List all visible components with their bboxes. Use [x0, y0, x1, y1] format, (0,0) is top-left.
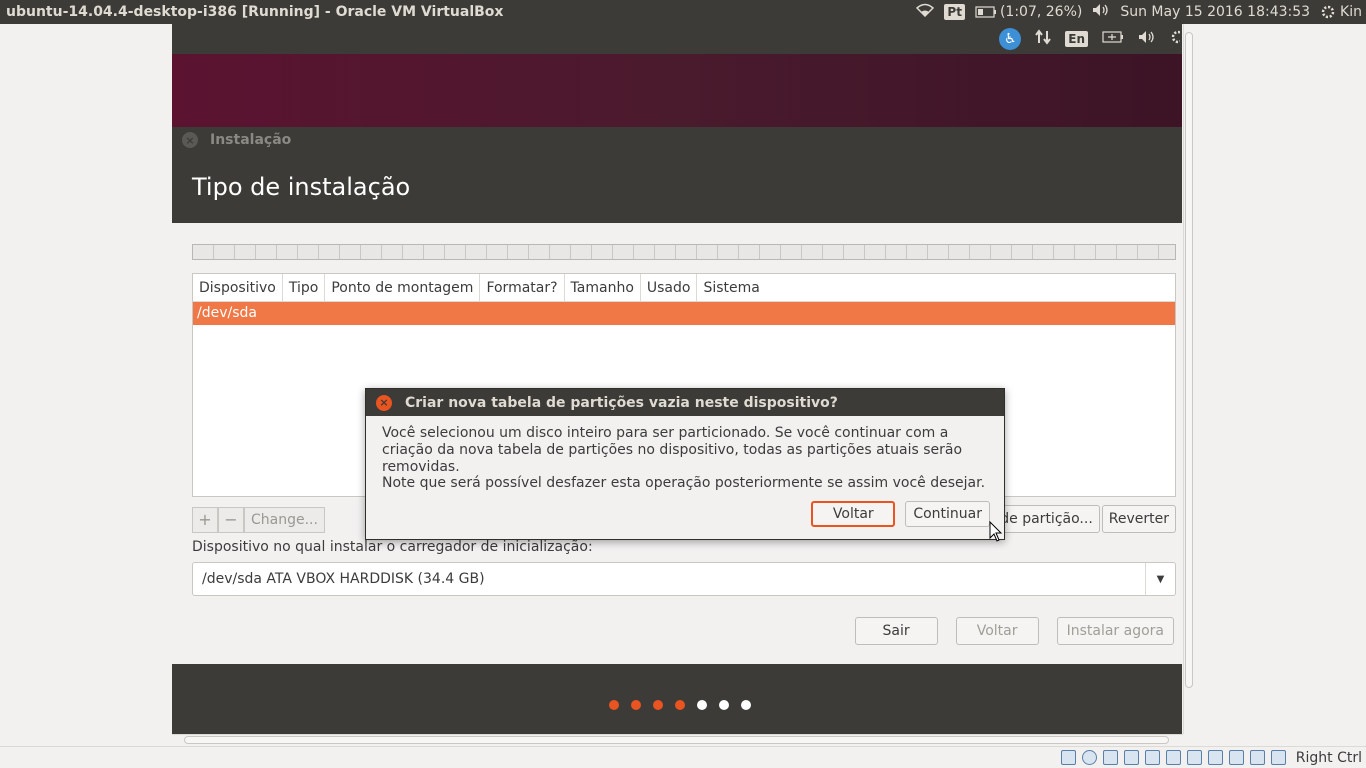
page-header: Tipo de instalação: [172, 153, 1182, 223]
remove-partition-button[interactable]: −: [218, 507, 244, 533]
accessibility-icon[interactable]: ♿: [999, 28, 1022, 50]
progress-dot-completed: [631, 700, 641, 710]
column-header[interactable]: Dispositivo: [193, 274, 283, 301]
bootloader-device-value: /dev/sda ATA VBOX HARDDISK (34.4 GB): [202, 571, 485, 587]
table-row[interactable]: /dev/sda: [193, 302, 1175, 325]
partition-bar: [192, 244, 1176, 260]
dialog-back-button[interactable]: Voltar: [811, 501, 896, 527]
column-header[interactable]: Tamanho: [565, 274, 641, 301]
navigation-buttons: Sair Voltar Instalar agora: [854, 617, 1174, 645]
bootloader-device-select[interactable]: /dev/sda ATA VBOX HARDDISK (34.4 GB) ▼: [192, 562, 1176, 596]
shared-folder-icon[interactable]: [1165, 750, 1181, 765]
installer-window-title: Instalação: [210, 132, 292, 148]
host-top-panel: ubuntu-14.04.4-desktop-i386 [Running] - …: [0, 0, 1366, 24]
vertical-scrollbar[interactable]: [1183, 24, 1194, 734]
back-button[interactable]: Voltar: [955, 617, 1039, 645]
dialog-note: Note que será possível desfazer esta ope…: [382, 475, 986, 491]
optical-drive-icon[interactable]: [1081, 750, 1097, 765]
progress-dot-completed: [653, 700, 663, 710]
partition-toolbar: + − Change...: [192, 507, 325, 533]
progress-dot-completed: [609, 700, 619, 710]
datetime-indicator[interactable]: Sun May 15 2016 18:43:53: [1120, 4, 1310, 20]
video-capture-icon[interactable]: [1207, 750, 1223, 765]
column-header[interactable]: Formatar?: [480, 274, 565, 301]
gear-icon: [1321, 5, 1335, 19]
add-partition-button[interactable]: +: [192, 507, 218, 533]
audio-icon[interactable]: [1102, 750, 1118, 765]
close-icon[interactable]: ×: [182, 132, 198, 148]
installer-footer: [172, 664, 1182, 734]
session-indicator[interactable]: Kin: [1320, 4, 1362, 20]
column-header[interactable]: Ponto de montagem: [325, 274, 481, 301]
dialog-continue-button[interactable]: Continuar: [905, 501, 990, 527]
keyboard-capture-icon[interactable]: [1270, 750, 1286, 765]
mouse-integration-icon[interactable]: [1249, 750, 1265, 765]
revert-button[interactable]: Reverter: [1101, 505, 1176, 533]
keyboard-layout-indicator[interactable]: Pt: [944, 4, 965, 20]
battery-status: (1:07, 26%): [999, 4, 1083, 20]
close-icon[interactable]: ×: [376, 394, 392, 411]
display-icon[interactable]: [1186, 750, 1202, 765]
volume-icon[interactable]: [1138, 30, 1156, 48]
progress-dot-pending: [741, 700, 751, 710]
horizontal-scrollbar[interactable]: [172, 734, 1183, 745]
table-header: Dispositivo Tipo Ponto de montagem Forma…: [193, 274, 1175, 302]
mouse-pointer-icon: [989, 521, 1003, 542]
usb-icon[interactable]: [1144, 750, 1160, 765]
column-header[interactable]: Sistema: [697, 274, 765, 301]
confirm-dialog: × Criar nova tabela de partições vazia n…: [365, 388, 1005, 540]
virtualbox-statusbar: Right Ctrl: [0, 746, 1366, 768]
chevron-down-icon[interactable]: ▼: [1145, 563, 1175, 595]
gear-icon[interactable]: [1170, 29, 1182, 49]
progress-dot-pending: [697, 700, 707, 710]
progress-dots: [609, 700, 751, 710]
scrollbar-thumb[interactable]: [184, 736, 1169, 744]
page-title: Tipo de instalação: [192, 173, 411, 201]
progress-dot-pending: [719, 700, 729, 710]
network-arrows-icon[interactable]: [1035, 29, 1052, 49]
host-indicators: Pt (1:07, 26%) Sun May 15 2016 18:43:53 …: [916, 3, 1366, 21]
dialog-buttons: Voltar Continuar: [811, 501, 990, 527]
network-icon[interactable]: [1123, 750, 1139, 765]
keyboard-layout-indicator[interactable]: En: [1065, 31, 1088, 47]
battery-indicator[interactable]: (1:07, 26%): [975, 4, 1082, 20]
install-now-button[interactable]: Instalar agora: [1056, 617, 1174, 645]
change-partition-button[interactable]: Change...: [244, 507, 325, 533]
quit-button[interactable]: Sair: [854, 617, 938, 645]
hard-disk-icon[interactable]: [1060, 750, 1076, 765]
column-header[interactable]: Tipo: [283, 274, 326, 301]
battery-icon[interactable]: [1102, 31, 1124, 47]
progress-dot-completed: [675, 700, 685, 710]
dialog-message: Você selecionou um disco inteiro para se…: [382, 425, 963, 475]
wifi-icon[interactable]: [916, 3, 935, 21]
vm-screen[interactable]: ♿ En × Instalação Tipo de instalação Dis…: [172, 24, 1182, 734]
bootloader-label: Dispositivo no qual instalar o carregado…: [192, 539, 593, 555]
cpu-icon[interactable]: [1228, 750, 1244, 765]
host-window-title: ubuntu-14.04.4-desktop-i386 [Running] - …: [6, 4, 504, 20]
user-name: Kin: [1340, 4, 1362, 20]
scrollbar-thumb[interactable]: [1185, 32, 1193, 688]
host-key-label: Right Ctrl: [1295, 749, 1362, 766]
column-header[interactable]: Usado: [641, 274, 698, 301]
guest-top-panel: ♿ En: [172, 24, 1182, 54]
battery-icon: [975, 6, 996, 18]
new-partition-table-button[interactable]: de partição...: [993, 505, 1100, 533]
dialog-titlebar: × Criar nova tabela de partições vazia n…: [366, 389, 1004, 416]
desktop-wallpaper: [172, 54, 1182, 127]
installer-titlebar: × Instalação: [172, 127, 1182, 153]
dialog-title: Criar nova tabela de partições vazia nes…: [405, 394, 838, 411]
partition-table-actions: de partição... Reverter: [993, 505, 1176, 533]
volume-icon[interactable]: [1092, 3, 1110, 21]
